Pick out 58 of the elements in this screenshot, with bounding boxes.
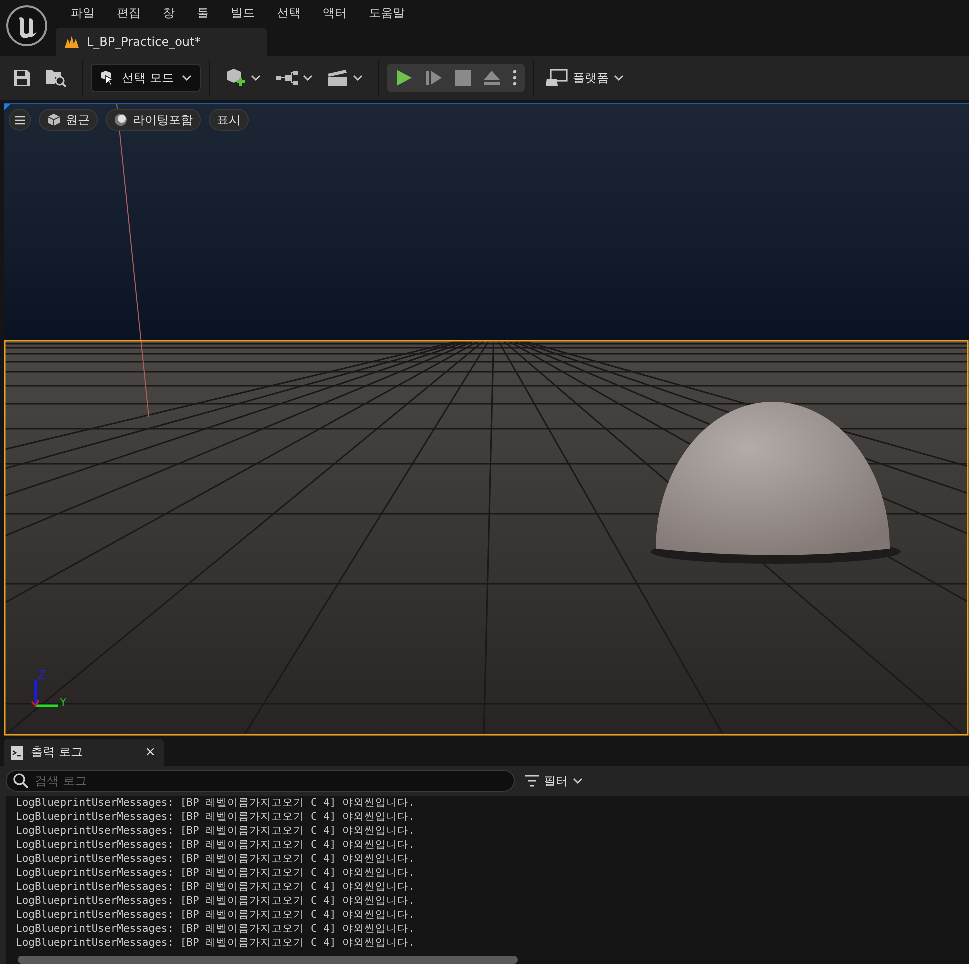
- perspective-button[interactable]: 원근: [39, 109, 98, 131]
- close-tab-button[interactable]: ×: [145, 745, 156, 760]
- terminal-icon: [11, 745, 23, 760]
- menu-item[interactable]: 도움말: [358, 3, 416, 23]
- step-icon[interactable]: [424, 69, 443, 87]
- log-line: LogBlueprintUserMessages: [BP_레벨이름가지고오기_C_4] 야외씬입니다.: [16, 866, 415, 880]
- caret-icon: [352, 75, 363, 81]
- eject-icon[interactable]: [482, 70, 501, 86]
- search-field[interactable]: 검색 로그: [6, 770, 515, 792]
- menu-item[interactable]: 툴: [186, 3, 220, 23]
- folder-search-icon[interactable]: [45, 68, 67, 88]
- clapperboard-icon: [326, 69, 349, 87]
- caret-icon: [614, 75, 624, 81]
- log-line: LogBlueprintUserMessages: [BP_레벨이름가지고오기_C_4] 야외씬입니다.: [16, 824, 415, 838]
- menu-item[interactable]: 액터: [312, 3, 358, 23]
- node-graph-icon: [274, 70, 299, 86]
- cube-plus-icon: [224, 68, 247, 88]
- caret-icon: [250, 75, 261, 81]
- log-line: LogBlueprintUserMessages: [BP_레벨이름가지고오기_C_4] 야외씬입니다.: [16, 880, 415, 894]
- level-icon: [65, 36, 79, 48]
- document-tab[interactable]: L_BP_Practice_out*: [56, 28, 267, 56]
- play-icon[interactable]: [394, 69, 413, 87]
- log-line: LogBlueprintUserMessages: [BP_레벨이름가지고오기_C_4] 야외씬입니다.: [16, 894, 415, 908]
- filter-button[interactable]: 필터: [525, 772, 583, 790]
- log-line: LogBlueprintUserMessages: [BP_레벨이름가지고오기_C_4] 야외씬입니다.: [16, 936, 415, 950]
- monitor-gamepad-icon: [546, 69, 568, 87]
- mode-dropdown[interactable]: 선택 모드: [91, 64, 201, 92]
- menu-item[interactable]: 창: [152, 3, 186, 23]
- menu-item[interactable]: 빌드: [220, 3, 266, 23]
- log-line: LogBlueprintUserMessages: [BP_레벨이름가지고오기_C_4] 야외씬입니다.: [16, 922, 415, 936]
- more-icon[interactable]: [512, 70, 517, 86]
- menu-icon: [15, 116, 25, 124]
- cursor-cube-icon: [100, 70, 114, 86]
- save-icon[interactable]: [13, 69, 31, 87]
- caret-icon: [182, 75, 192, 81]
- platforms-button[interactable]: 플랫폼: [542, 69, 628, 87]
- view-mode-button[interactable]: 라이팅포함: [106, 109, 201, 131]
- scrollbar-thumb[interactable]: [18, 956, 518, 964]
- menu-item[interactable]: 편집: [106, 3, 152, 23]
- filter-icon: [525, 775, 539, 787]
- cube-icon: [47, 113, 61, 127]
- menu-item[interactable]: 선택: [266, 3, 312, 23]
- logo-icon[interactable]: [6, 5, 48, 47]
- log-line: LogBlueprintUserMessages: [BP_레벨이름가지고오기_C_4] 야외씬입니다.: [16, 838, 415, 852]
- search-icon: [13, 773, 29, 789]
- axis-label: Y: [60, 696, 67, 709]
- log-line: LogBlueprintUserMessages: [BP_레벨이름가지고오기_C_4] 야외씬입니다.: [16, 796, 415, 810]
- caret-icon: [302, 75, 313, 81]
- output-log-tab[interactable]: 출력 로그 ×: [4, 739, 164, 766]
- log-line: LogBlueprintUserMessages: [BP_레벨이름가지고오기_C_4] 야외씬입니다.: [16, 852, 415, 866]
- axis-label: Z: [38, 668, 46, 682]
- stop-icon[interactable]: [454, 70, 471, 86]
- sphere-icon: [114, 113, 128, 127]
- show-button[interactable]: 표시: [209, 109, 249, 131]
- log-line: LogBlueprintUserMessages: [BP_레벨이름가지고오기_C_4] 야외씬입니다.: [16, 908, 415, 922]
- menu-item[interactable]: 파일: [60, 3, 106, 23]
- caret-icon: [573, 778, 583, 784]
- log-line: LogBlueprintUserMessages: [BP_레벨이름가지고오기_C_4] 야외씬입니다.: [16, 810, 415, 824]
